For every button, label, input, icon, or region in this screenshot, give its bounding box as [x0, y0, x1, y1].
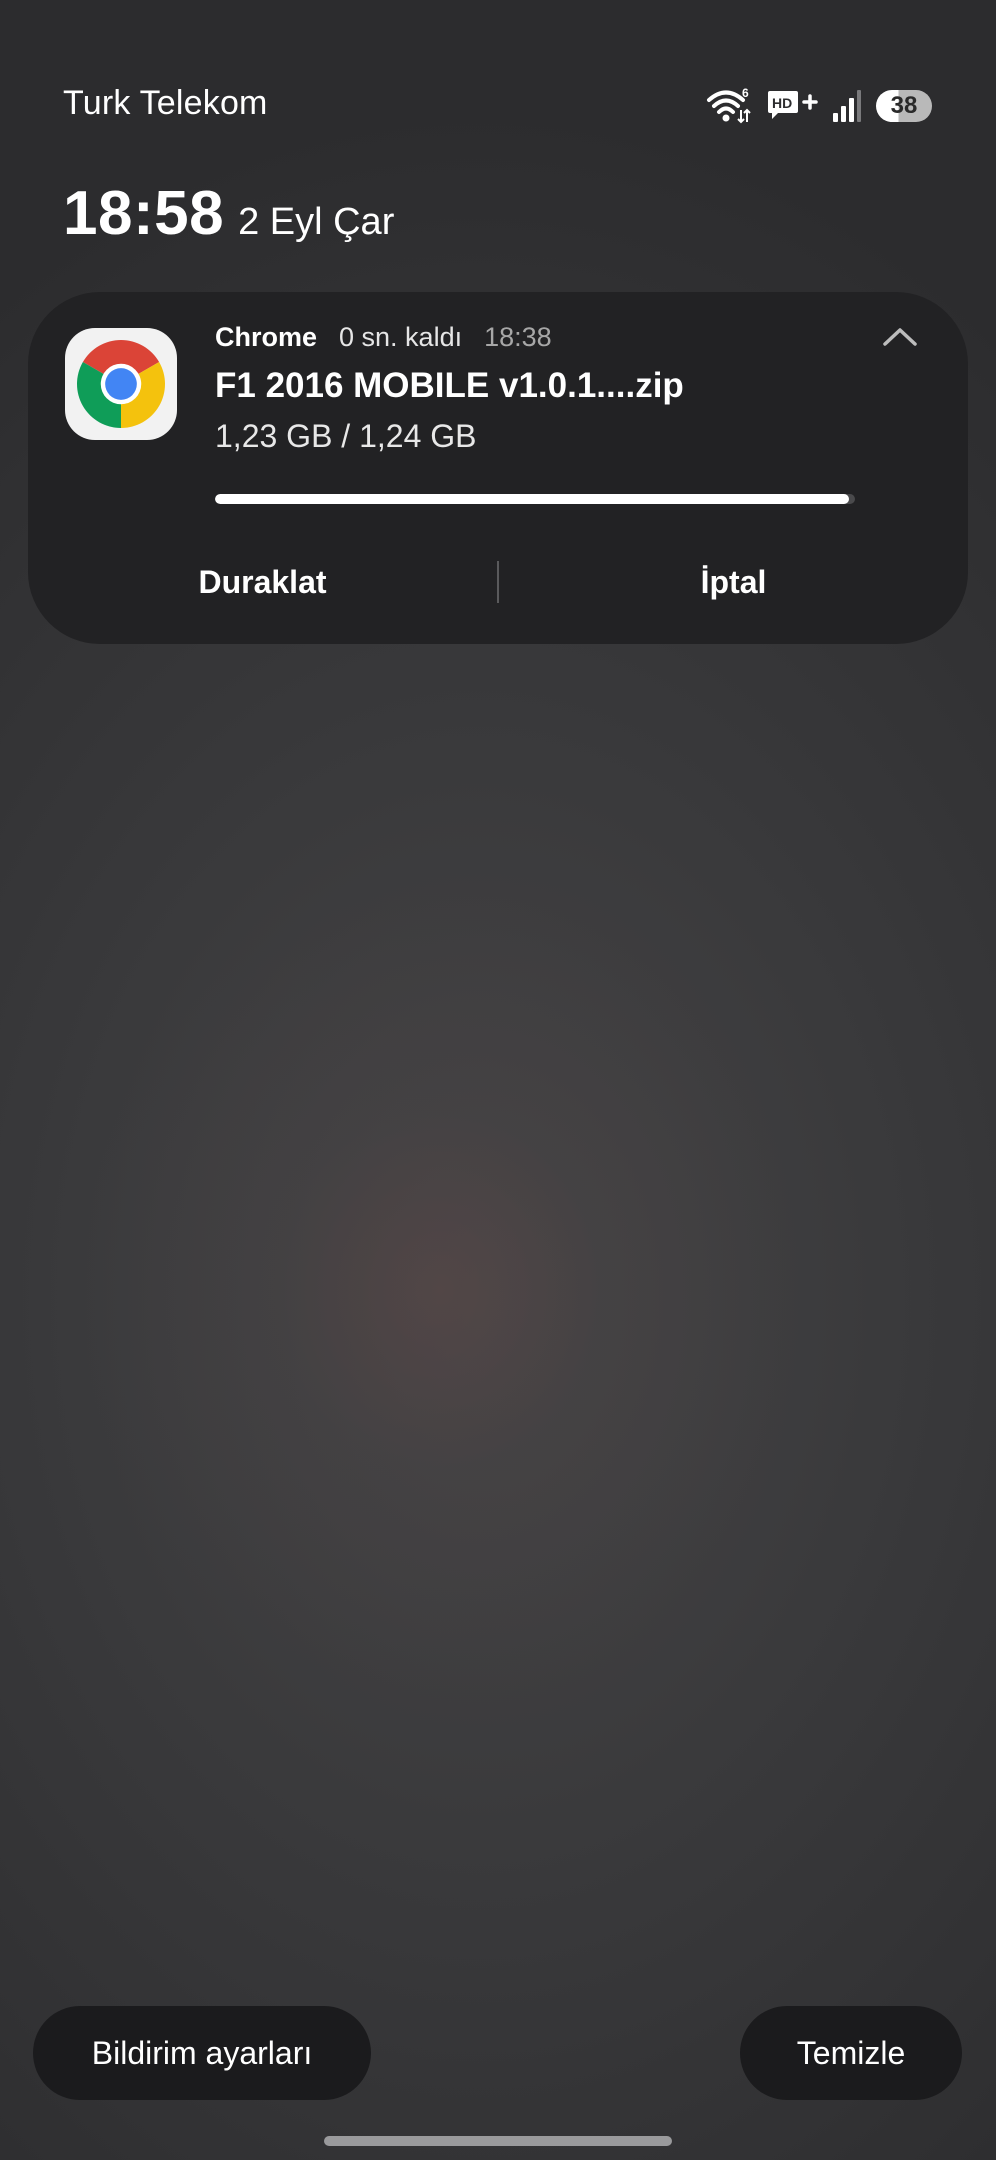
wifi-icon: 6 — [707, 86, 751, 124]
file-size: 1,23 GB / 1,24 GB — [215, 418, 477, 454]
download-notification[interactable]: Chrome 0 sn. kaldı 18:38 F1 2016 MOBILE … — [28, 292, 968, 644]
wifi-label: 6 — [742, 86, 749, 100]
file-name: F1 2016 MOBILE v1.0.1....zip — [215, 366, 684, 405]
carrier-name: Turk Telekom — [63, 84, 268, 122]
battery-icon: 38 — [876, 90, 932, 122]
chevron-up-icon — [883, 328, 917, 346]
date: 2 Eyl Çar — [238, 201, 395, 243]
notification-time: 18:38 — [484, 322, 552, 352]
signal-icon — [833, 90, 861, 122]
cancel-button[interactable]: İptal — [499, 564, 968, 601]
notification-actions: Duraklat İptal — [28, 550, 968, 614]
clock-row: 18:58 2 Eyl Çar — [63, 178, 394, 249]
home-indicator[interactable] — [324, 2136, 672, 2146]
collapse-button[interactable] — [876, 316, 924, 356]
clock: 18:58 — [63, 179, 225, 248]
download-progress-bar — [215, 494, 855, 504]
svg-text:HD: HD — [772, 95, 792, 111]
notification-settings-button[interactable]: Bildirim ayarları — [33, 2006, 371, 2100]
pause-button[interactable]: Duraklat — [28, 564, 497, 601]
hd-voice-icon: HD — [768, 91, 818, 119]
time-remaining: 0 sn. kaldı — [339, 322, 463, 352]
notification-meta: Chrome 0 sn. kaldı 18:38 — [215, 322, 552, 353]
status-icons: 6 HD 38 — [706, 86, 932, 126]
clear-button[interactable]: Temizle — [740, 2006, 962, 2100]
app-name: Chrome — [215, 322, 318, 352]
chrome-icon — [65, 328, 177, 440]
download-progress-fill — [215, 494, 849, 504]
